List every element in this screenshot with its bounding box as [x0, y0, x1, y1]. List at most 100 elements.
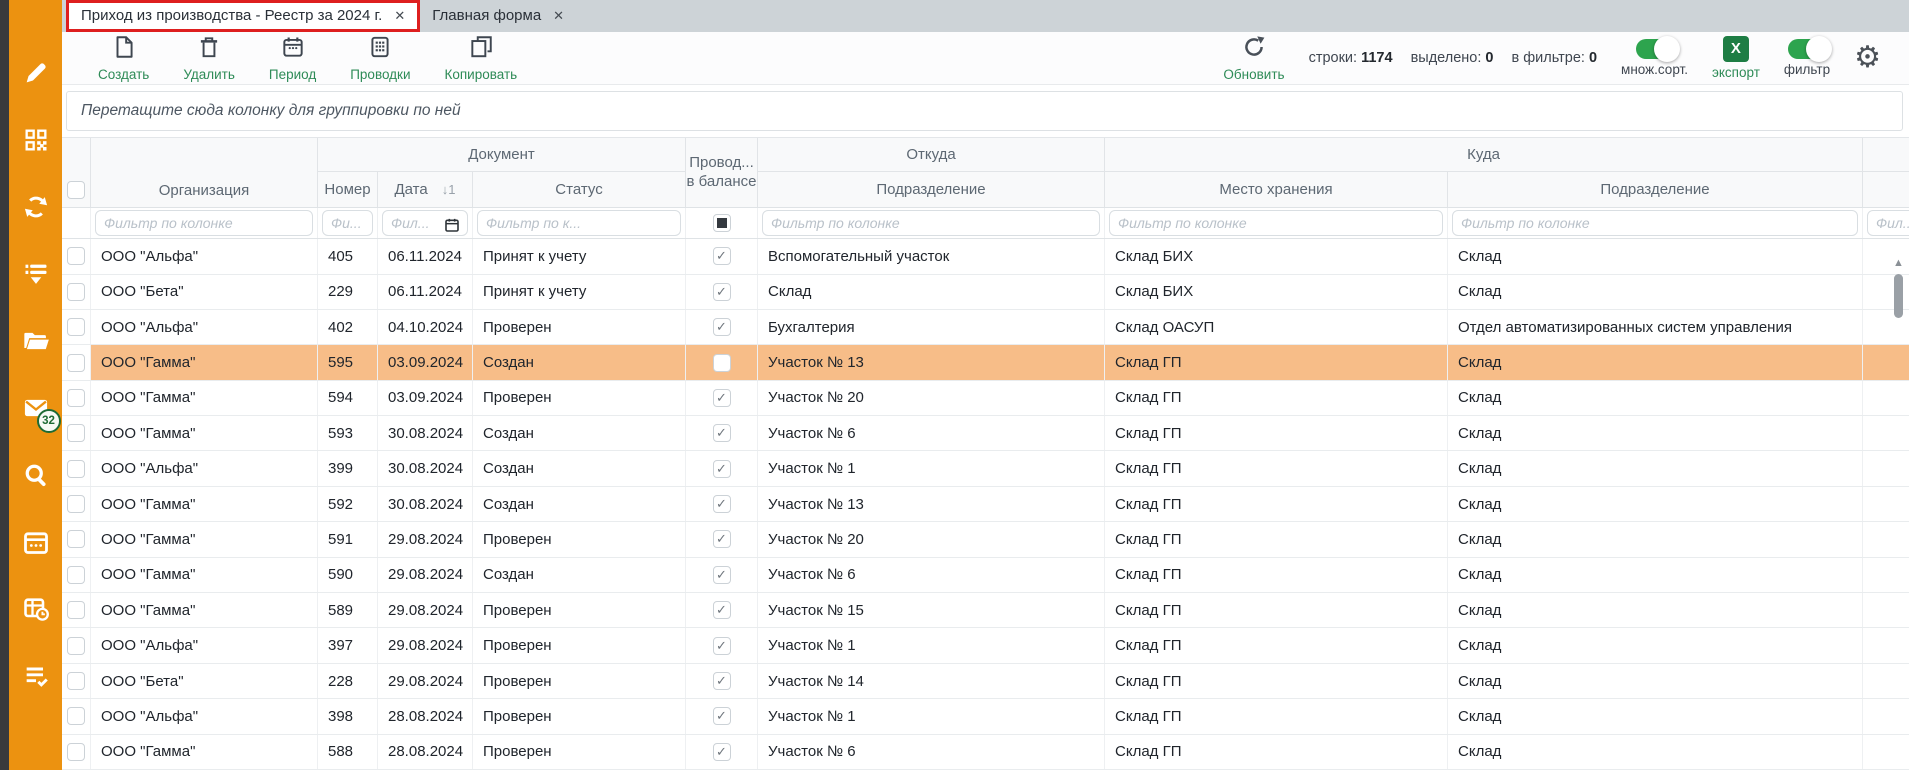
filter-from-department-input[interactable]: [762, 210, 1100, 236]
table-row[interactable]: ООО "Гамма"58929.08.2024Проверен✓Участок…: [62, 593, 1909, 628]
row-select-checkbox[interactable]: [62, 664, 90, 698]
group-header-to[interactable]: Куда: [1104, 138, 1862, 172]
delete-button[interactable]: Удалить: [183, 34, 235, 82]
table-row[interactable]: ООО "Гамма"59503.09.2024СозданУчасток № …: [62, 345, 1909, 380]
close-icon[interactable]: ✕: [553, 8, 564, 24]
column-header-sum[interactable]: Сумма: [1862, 172, 1909, 207]
mail-icon[interactable]: 32: [21, 393, 51, 423]
group-header-from[interactable]: Откуда: [757, 138, 1104, 172]
row-select-checkbox[interactable]: [62, 451, 90, 485]
column-header-from-department[interactable]: Подразделение: [757, 172, 1104, 207]
cell-organization: ООО "Альфа": [90, 310, 317, 344]
cell-posted-checkbox[interactable]: ✓: [685, 735, 757, 769]
filter-toggle[interactable]: фильтр: [1784, 39, 1830, 77]
period-button[interactable]: Период: [269, 34, 316, 82]
table-row[interactable]: ООО "Альфа"40506.11.2024Принят к учету✓В…: [62, 239, 1909, 274]
cell-posted-checkbox[interactable]: ✓: [685, 522, 757, 556]
multisort-toggle[interactable]: множ.сорт.: [1621, 39, 1688, 77]
edit-icon[interactable]: [21, 58, 51, 88]
group-header-document[interactable]: Документ: [317, 138, 685, 172]
table-row[interactable]: ООО "Альфа"39930.08.2024Создан✓Участок №…: [62, 451, 1909, 486]
table-row[interactable]: ООО "Гамма"59129.08.2024Проверен✓Участок…: [62, 522, 1909, 557]
cell-posted-checkbox[interactable]: ✓: [685, 558, 757, 592]
cell-posted-checkbox[interactable]: ✓: [685, 451, 757, 485]
row-select-checkbox[interactable]: [62, 239, 90, 273]
table-row[interactable]: ООО "Гамма"59230.08.2024Создан✓Участок №…: [62, 487, 1909, 522]
gear-icon[interactable]: ⚙: [1854, 43, 1881, 73]
row-select-checkbox[interactable]: [62, 699, 90, 733]
filter-number-input[interactable]: [322, 210, 373, 236]
cell-posted-checkbox[interactable]: ✓: [685, 416, 757, 450]
column-header-number[interactable]: Номер: [317, 172, 377, 207]
select-all-checkbox[interactable]: [62, 138, 90, 207]
filter-storage-input[interactable]: [1109, 210, 1443, 236]
table-row[interactable]: ООО "Альфа"39729.08.2024Проверен✓Участок…: [62, 628, 1909, 663]
cell-posted-checkbox[interactable]: ✓: [685, 664, 757, 698]
checklist-icon[interactable]: [21, 661, 51, 691]
cell-number: 399: [317, 451, 377, 485]
column-header-to-department[interactable]: Подразделение: [1447, 172, 1862, 207]
cell-posted-checkbox[interactable]: ✓: [685, 381, 757, 415]
cell-posted-checkbox[interactable]: ✓: [685, 275, 757, 309]
tab-glavnaya-forma[interactable]: Главная форма ✕: [420, 0, 576, 32]
filter-date-input[interactable]: [382, 210, 468, 236]
qr-code-icon[interactable]: [21, 125, 51, 155]
row-select-checkbox[interactable]: [62, 275, 90, 309]
filter-posted-checkbox[interactable]: [685, 208, 757, 238]
column-header-storage[interactable]: Место хранения: [1104, 172, 1447, 207]
create-button[interactable]: Создать: [98, 34, 149, 82]
cell-posted-checkbox[interactable]: [685, 345, 757, 379]
cell-posted-checkbox[interactable]: ✓: [685, 628, 757, 662]
filter-status-input[interactable]: [477, 210, 681, 236]
table-row[interactable]: ООО "Бета"22829.08.2024Проверен✓Участок …: [62, 664, 1909, 699]
tab-prihod-iz-proizvodstva[interactable]: Приход из производства - Реестр за 2024 …: [66, 0, 420, 32]
column-header-posted[interactable]: Провод...в балансе: [685, 138, 757, 207]
row-select-checkbox[interactable]: [62, 628, 90, 662]
cell-posted-checkbox[interactable]: ✓: [685, 699, 757, 733]
column-header-date[interactable]: Дата↓1: [377, 172, 472, 207]
row-select-checkbox[interactable]: [62, 487, 90, 521]
column-header-status[interactable]: Статус: [472, 172, 685, 207]
scroll-thumb[interactable]: [1894, 274, 1903, 318]
vertical-scrollbar[interactable]: ▲: [1891, 256, 1906, 770]
cell-posted-checkbox[interactable]: ✓: [685, 593, 757, 627]
filter-sum-input[interactable]: [1867, 210, 1909, 236]
table-row[interactable]: ООО "Гамма"59403.09.2024Проверен✓Участок…: [62, 381, 1909, 416]
table-row[interactable]: ООО "Альфа"39828.08.2024Проверен✓Участок…: [62, 699, 1909, 734]
table-row[interactable]: ООО "Альфа"40204.10.2024Проверен✓Бухгалт…: [62, 310, 1909, 345]
table-row[interactable]: ООО "Гамма"58828.08.2024Проверен✓Участок…: [62, 735, 1909, 770]
row-select-checkbox[interactable]: [62, 522, 90, 556]
row-select-checkbox[interactable]: [62, 593, 90, 627]
cell-status: Создан: [472, 345, 685, 379]
cell-posted-checkbox[interactable]: ✓: [685, 310, 757, 344]
row-select-checkbox[interactable]: [62, 345, 90, 379]
row-select-checkbox[interactable]: [62, 416, 90, 450]
export-excel-button[interactable]: X экспорт: [1712, 36, 1760, 80]
cell-posted-checkbox[interactable]: ✓: [685, 487, 757, 521]
filter-organization-input[interactable]: [95, 210, 313, 236]
report-schedule-icon[interactable]: [21, 594, 51, 624]
sync-icon[interactable]: [21, 192, 51, 222]
close-icon[interactable]: ✕: [394, 8, 405, 24]
postings-button[interactable]: Проводки: [350, 34, 410, 82]
table-row[interactable]: ООО "Гамма"59330.08.2024Создан✓Участок №…: [62, 416, 1909, 451]
row-select-checkbox[interactable]: [62, 558, 90, 592]
table-row[interactable]: ООО "Бета"22906.11.2024Принят к учету✓Ск…: [62, 275, 1909, 310]
cell-number: 398: [317, 699, 377, 733]
copy-button[interactable]: Копировать: [445, 34, 518, 82]
folder-icon[interactable]: [21, 326, 51, 356]
calendar-icon[interactable]: [21, 527, 51, 557]
row-select-checkbox[interactable]: [62, 735, 90, 769]
row-select-checkbox[interactable]: [62, 310, 90, 344]
row-select-checkbox[interactable]: [62, 381, 90, 415]
export-list-icon[interactable]: [21, 259, 51, 289]
table-row[interactable]: ООО "Гамма"59029.08.2024Создан✓Участок №…: [62, 558, 1909, 593]
scroll-up-arrow[interactable]: ▲: [1891, 256, 1906, 270]
refresh-button[interactable]: Обновить: [1223, 34, 1284, 82]
column-header-organization[interactable]: Организация: [90, 138, 317, 207]
cell-to-department: Склад: [1447, 522, 1862, 556]
filter-to-department-input[interactable]: [1452, 210, 1858, 236]
group-by-bar[interactable]: Перетащите сюда колонку для группировки …: [62, 85, 1909, 137]
search-icon[interactable]: [21, 460, 51, 490]
cell-posted-checkbox[interactable]: ✓: [685, 239, 757, 273]
